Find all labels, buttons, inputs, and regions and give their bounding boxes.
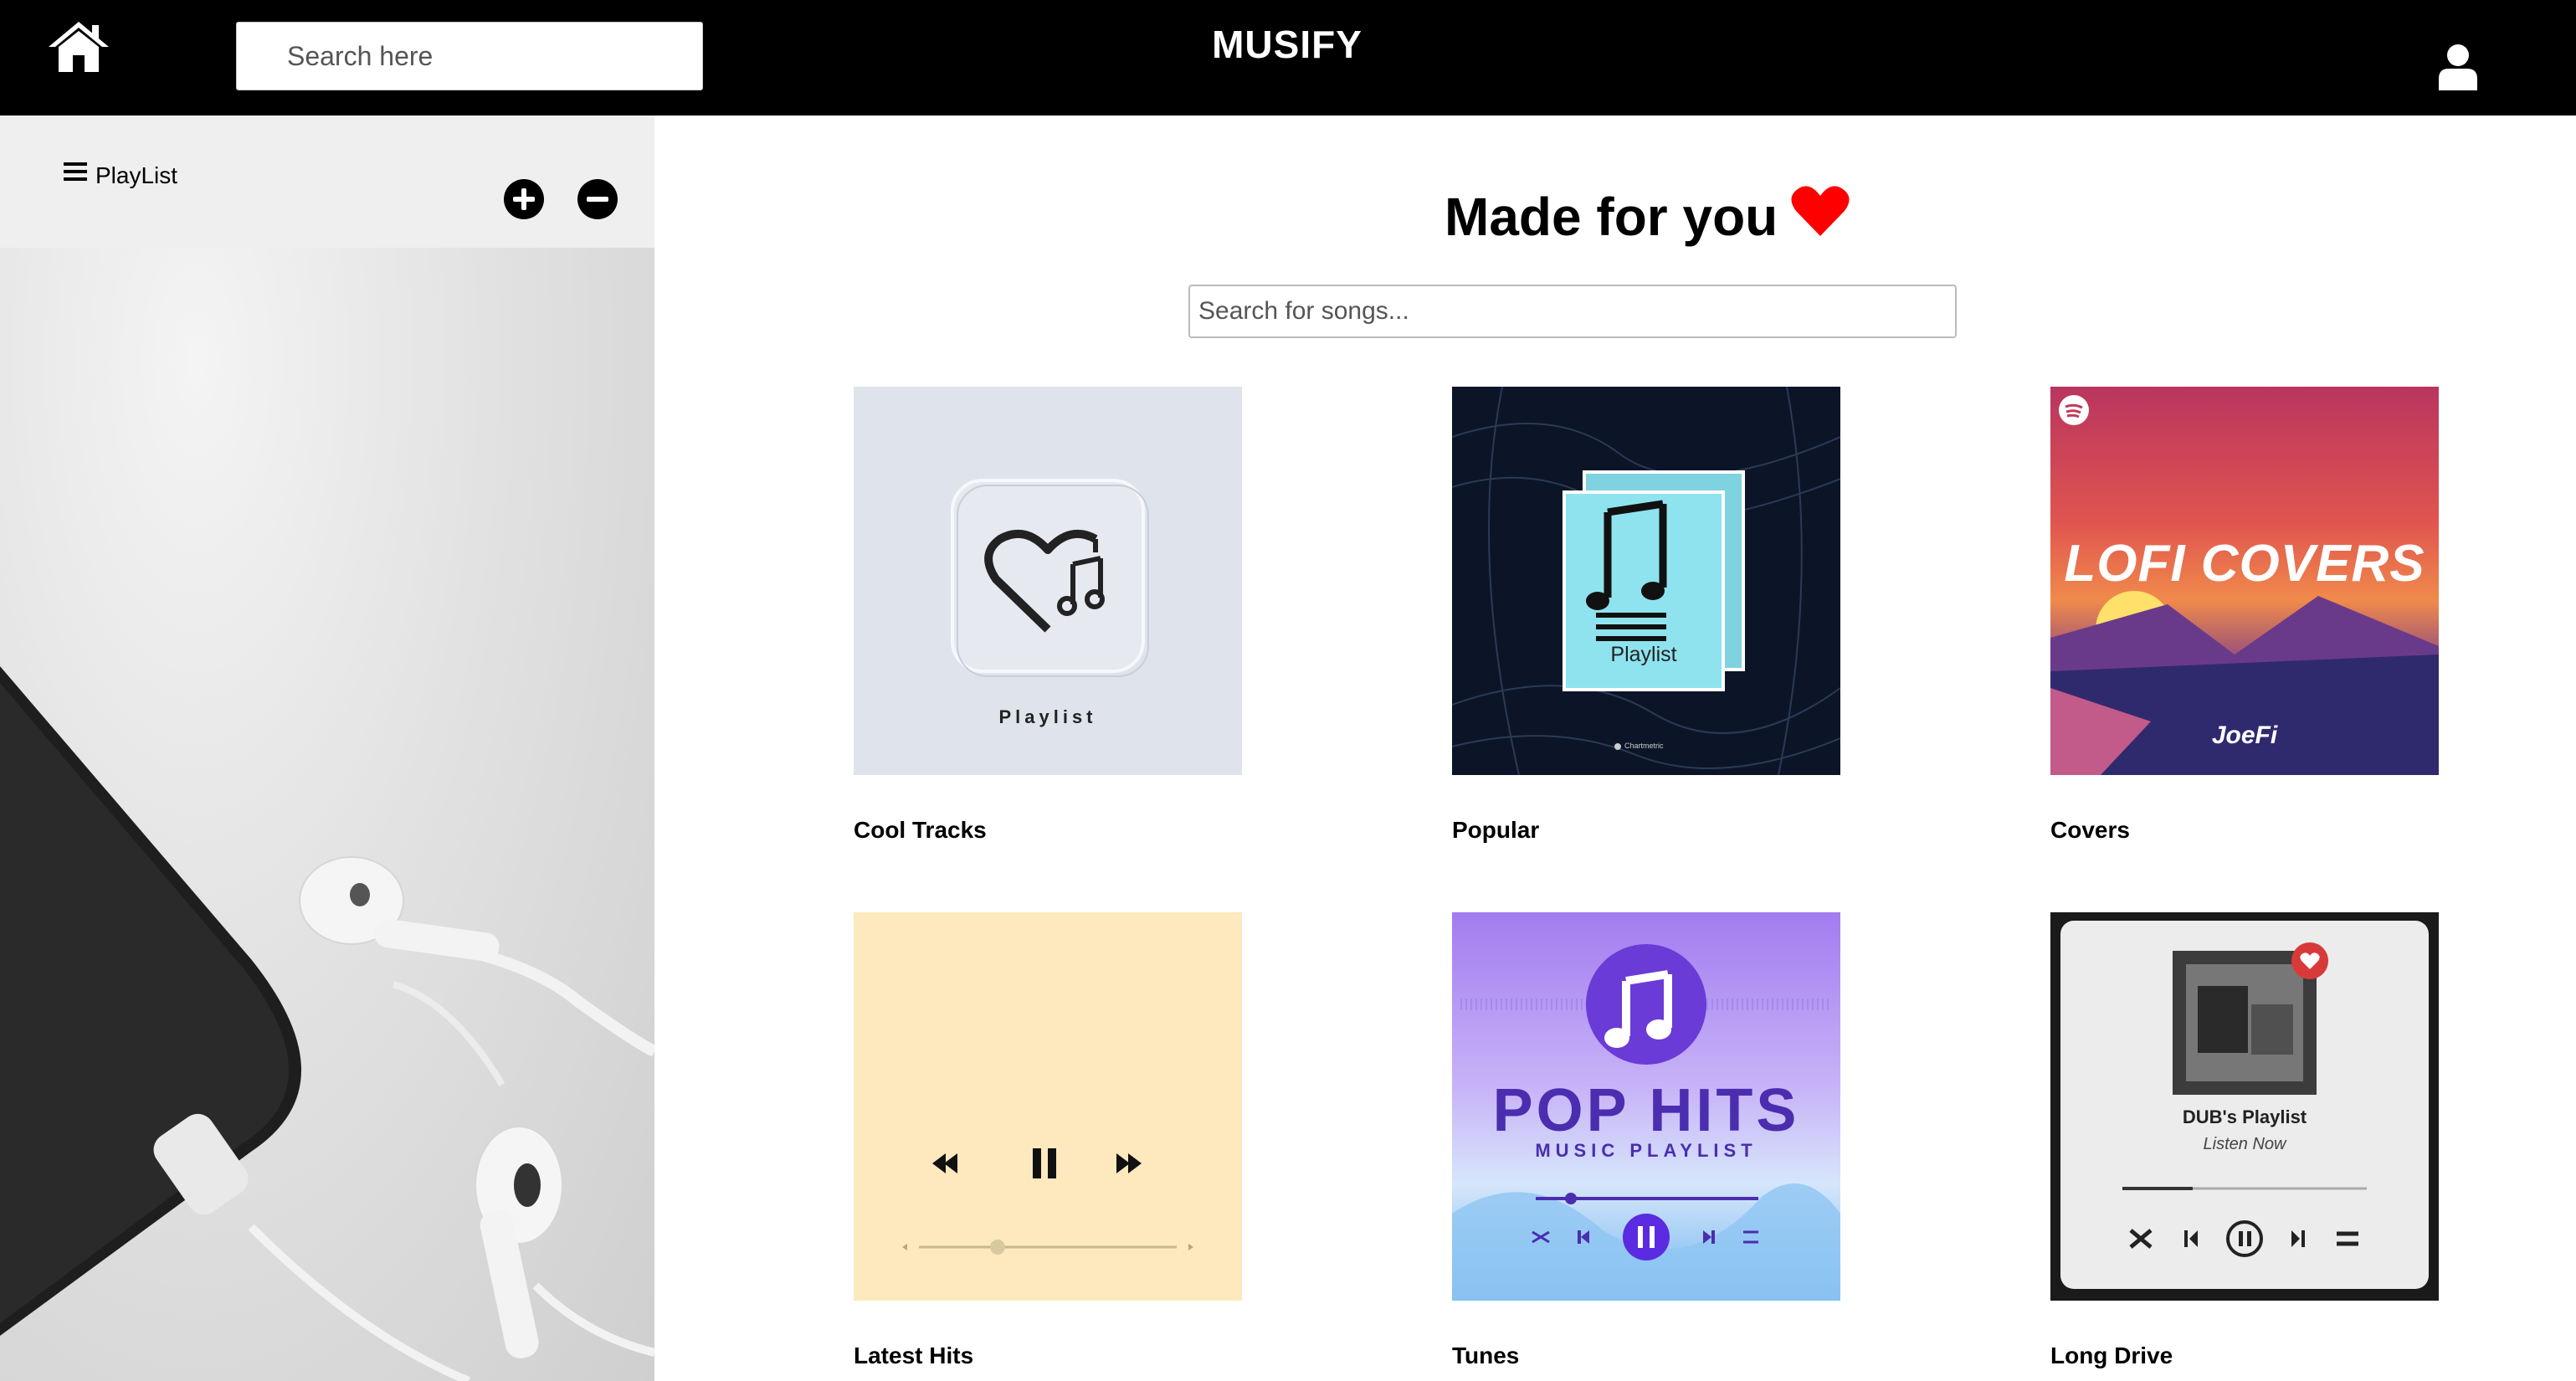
playlist-title: Long Drive bbox=[2050, 1342, 2173, 1368]
playlist-card[interactable]: Playlist Cool Tracks bbox=[854, 387, 1242, 843]
playlist-label[interactable]: PlayList bbox=[95, 162, 177, 189]
playlist-cover bbox=[854, 912, 1242, 1301]
sidebar-header: PlayList bbox=[0, 116, 654, 248]
playlist-cover: LOFI COVERS JoeFi bbox=[2050, 387, 2439, 775]
playlist-card[interactable]: LOFI COVERS JoeFi Covers bbox=[2050, 387, 2439, 843]
cover-badge: Chartmetric bbox=[1624, 742, 1664, 750]
sidebar-earphones-image bbox=[0, 248, 654, 1381]
playlist-cover: Playlist Chartmetric bbox=[1452, 387, 1840, 775]
playlist-title: Tunes bbox=[1452, 1342, 1520, 1368]
menu-icon[interactable] bbox=[64, 161, 89, 182]
playlist-cover: Playlist bbox=[854, 387, 1242, 775]
cover-text: Playlist bbox=[998, 706, 1097, 727]
cover-subtext: JoeFi bbox=[2211, 721, 2278, 749]
cover-text: LOFI COVERS bbox=[2064, 535, 2425, 593]
playlist-title: Cool Tracks bbox=[854, 817, 987, 843]
add-playlist-button[interactable] bbox=[504, 179, 544, 219]
cover-subtext: Listen Now bbox=[2203, 1135, 2286, 1153]
playlist-title: Popular bbox=[1452, 817, 1540, 843]
playlist-card[interactable]: DUB's Playlist Listen Now Long Drive bbox=[2050, 912, 2439, 1368]
user-icon[interactable] bbox=[2437, 44, 2479, 90]
sidebar: PlayList bbox=[0, 116, 654, 1381]
playlist-card[interactable]: POP HITS MUSIC PLAYLIST Tunes bbox=[1452, 912, 1840, 1368]
playlist-cover: POP HITS MUSIC PLAYLIST bbox=[1452, 912, 1840, 1301]
page-title: Made for you bbox=[1445, 187, 1778, 247]
remove-playlist-button[interactable] bbox=[577, 179, 618, 219]
playlist-card[interactable]: Playlist Chartmetric Popular bbox=[1452, 387, 1840, 843]
song-search-input[interactable] bbox=[1188, 285, 1957, 338]
top-bar: MUSIFY bbox=[0, 0, 2576, 116]
cover-subtext: MUSIC PLAYLIST bbox=[1535, 1140, 1758, 1161]
heart-icon bbox=[1791, 186, 1850, 236]
playlist-title: Latest Hits bbox=[854, 1342, 974, 1368]
home-icon[interactable] bbox=[47, 18, 110, 74]
playlist-title: Covers bbox=[2050, 817, 2130, 843]
playlist-card[interactable]: Latest Hits bbox=[854, 912, 1242, 1368]
playlist-cover: DUB's Playlist Listen Now bbox=[2050, 912, 2439, 1301]
cover-text: Playlist bbox=[1610, 643, 1677, 666]
top-search-input[interactable] bbox=[236, 22, 703, 90]
cover-text: DUB's Playlist bbox=[2182, 1106, 2307, 1127]
cover-text: POP HITS bbox=[1492, 1077, 1800, 1144]
